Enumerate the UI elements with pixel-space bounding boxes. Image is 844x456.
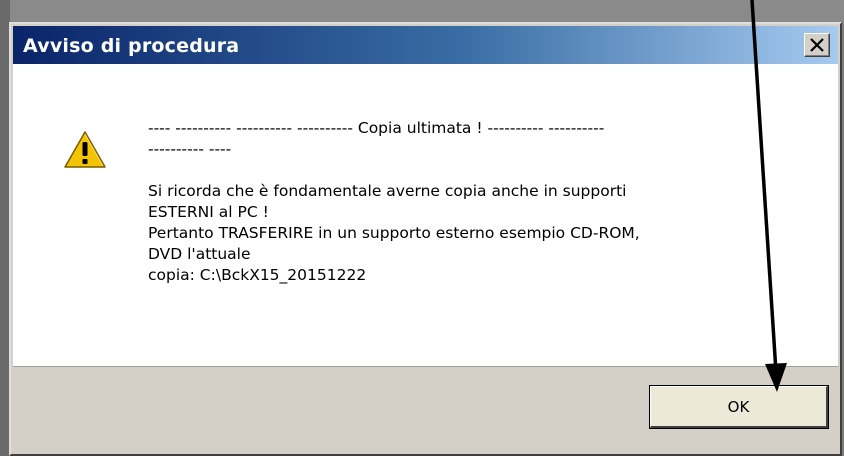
message-line: ---------- ----: [148, 140, 232, 158]
message-line: ESTERNI al PC !: [148, 203, 269, 221]
dialog-content: ---- ---------- ---------- ---------- Co…: [13, 64, 838, 366]
dialog-message: ---- ---------- ---------- ---------- Co…: [148, 118, 788, 286]
close-button[interactable]: [804, 33, 830, 57]
dialog-titlebar[interactable]: Avviso di procedura: [13, 26, 838, 64]
warning-icon: [64, 131, 106, 168]
desktop-background: [0, 0, 844, 22]
message-line: Pertanto TRASFERIRE in un supporto ester…: [148, 224, 640, 242]
footer-divider: [13, 366, 838, 367]
message-line: ---- ---------- ---------- ---------- Co…: [148, 119, 605, 137]
dialog-title: Avviso di procedura: [23, 35, 240, 57]
message-line: Si ricorda che è fondamentale averne cop…: [148, 182, 627, 200]
procedure-notice-dialog: Avviso di procedura ---- ---------- ----…: [9, 22, 842, 456]
message-line: DVD l'attuale: [148, 245, 251, 263]
message-line: copia: C:\BckX15_20151222: [148, 266, 367, 284]
ok-button[interactable]: OK: [649, 385, 829, 429]
close-icon: [810, 38, 824, 52]
